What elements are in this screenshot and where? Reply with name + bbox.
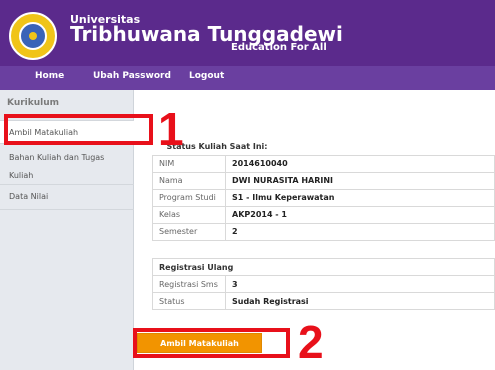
sidebar-item-kuliah-label: Kuliah [9, 171, 34, 180]
table-row: Registrasi Sms 3 [152, 275, 495, 293]
row-value: DWI NURASITA HARINI [225, 171, 495, 190]
nav-home[interactable]: Home [35, 71, 64, 81]
table-row: Program Studi S1 - Ilmu Keperawatan [152, 188, 495, 207]
table-row: Nama DWI NURASITA HARINI [152, 171, 495, 190]
row-value: Sudah Registrasi [225, 292, 495, 310]
sidebar-item-bahan-kuliah[interactable]: Bahan Kuliah dan Tugas Kuliah [0, 147, 134, 185]
status-heading: Status Kuliah Saat Ini: [166, 141, 268, 151]
row-value: 2014610040 [225, 154, 495, 173]
nav-ubah-password[interactable]: Ubah Password [93, 71, 171, 81]
row-value: AKP2014 - 1 [225, 205, 495, 224]
university-logo [9, 12, 57, 60]
row-label: NIM [152, 154, 226, 173]
sidebar-item-data-nilai[interactable]: Data Nilai [0, 188, 134, 210]
header-banner: Universitas Tribhuwana Tunggadewi Educat… [0, 0, 495, 66]
row-label: Registrasi Sms [152, 275, 226, 293]
status-table: Status Kuliah Saat Ini: NIM 2014610040 N… [152, 138, 495, 241]
registrasi-table: Registrasi Ulang Registrasi Sms 3 Status… [152, 258, 495, 310]
logo-emblem-icon [19, 22, 47, 50]
annotation-number-2: 2 [298, 316, 324, 368]
row-label: Status [152, 292, 226, 310]
annotation-number-1: 1 [158, 103, 184, 155]
sidebar-item-bahan-label: Bahan Kuliah dan Tugas [9, 153, 105, 162]
university-tagline: Education For All [231, 42, 327, 53]
row-label: Nama [152, 171, 226, 190]
nav-logout[interactable]: Logout [189, 71, 224, 81]
row-label: Semester [152, 222, 226, 241]
table-row: NIM 2014610040 [152, 154, 495, 173]
row-label: Kelas [152, 205, 226, 224]
row-value: S1 - Ilmu Keperawatan [225, 188, 495, 207]
table-row: Status Sudah Registrasi [152, 292, 495, 310]
table-row: Kelas AKP2014 - 1 [152, 205, 495, 224]
annotation-box-2 [133, 328, 290, 358]
top-nav: Home Ubah Password Logout [0, 66, 495, 90]
table-row: Semester 2 [152, 222, 495, 241]
row-value: 2 [225, 222, 495, 241]
row-label: Program Studi [152, 188, 226, 207]
annotation-box-1 [4, 114, 153, 145]
logo-dot-icon [29, 32, 37, 40]
sidebar-title: Kurikulum [7, 98, 60, 108]
registrasi-heading: Registrasi Ulang [152, 258, 495, 276]
row-value: 3 [225, 275, 495, 293]
